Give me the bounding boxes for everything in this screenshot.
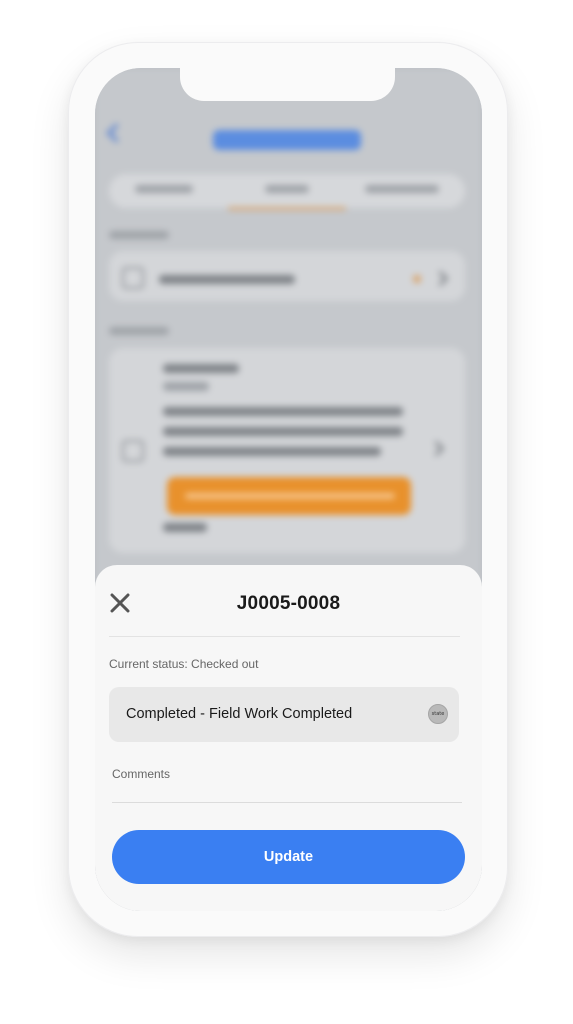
blurred-text [163, 407, 403, 416]
header-divider [109, 636, 460, 637]
update-button[interactable]: Update [112, 830, 465, 884]
current-status-label: Current status: Checked out [109, 657, 259, 671]
blurred-text [159, 275, 295, 284]
comments-label: Comments [112, 767, 171, 781]
sheet-title: J0005-0008 [236, 593, 341, 614]
back-arrow-icon [106, 123, 126, 143]
blurred-banner-text [185, 493, 395, 499]
state-badge-icon: state [428, 704, 448, 724]
app-screen: J0005-0008 Current status: Checked out C… [95, 68, 482, 911]
status-select-value: Completed - Field Work Completed [126, 706, 353, 722]
blurred-checkbox [122, 440, 144, 462]
blurred-text [163, 427, 403, 436]
blurred-section-heading [109, 231, 169, 239]
blurred-tab-1 [135, 185, 193, 193]
blurred-dot [413, 275, 421, 283]
status-select[interactable]: Completed - Field Work Completed state [109, 687, 459, 742]
blurred-tab-2 [265, 185, 309, 193]
blurred-checkbox [122, 267, 144, 289]
comments-input[interactable] [112, 783, 462, 803]
blurred-text [163, 447, 381, 456]
blurred-text [163, 382, 209, 391]
blurred-text [163, 523, 207, 532]
blurred-text [163, 364, 239, 373]
blurred-tab-3 [365, 185, 439, 193]
blurred-tab-indicator [228, 207, 346, 210]
blurred-section-heading [109, 327, 169, 335]
status-update-sheet: J0005-0008 Current status: Checked out C… [95, 565, 482, 911]
blurred-title [213, 130, 361, 150]
device-notch [180, 68, 395, 101]
